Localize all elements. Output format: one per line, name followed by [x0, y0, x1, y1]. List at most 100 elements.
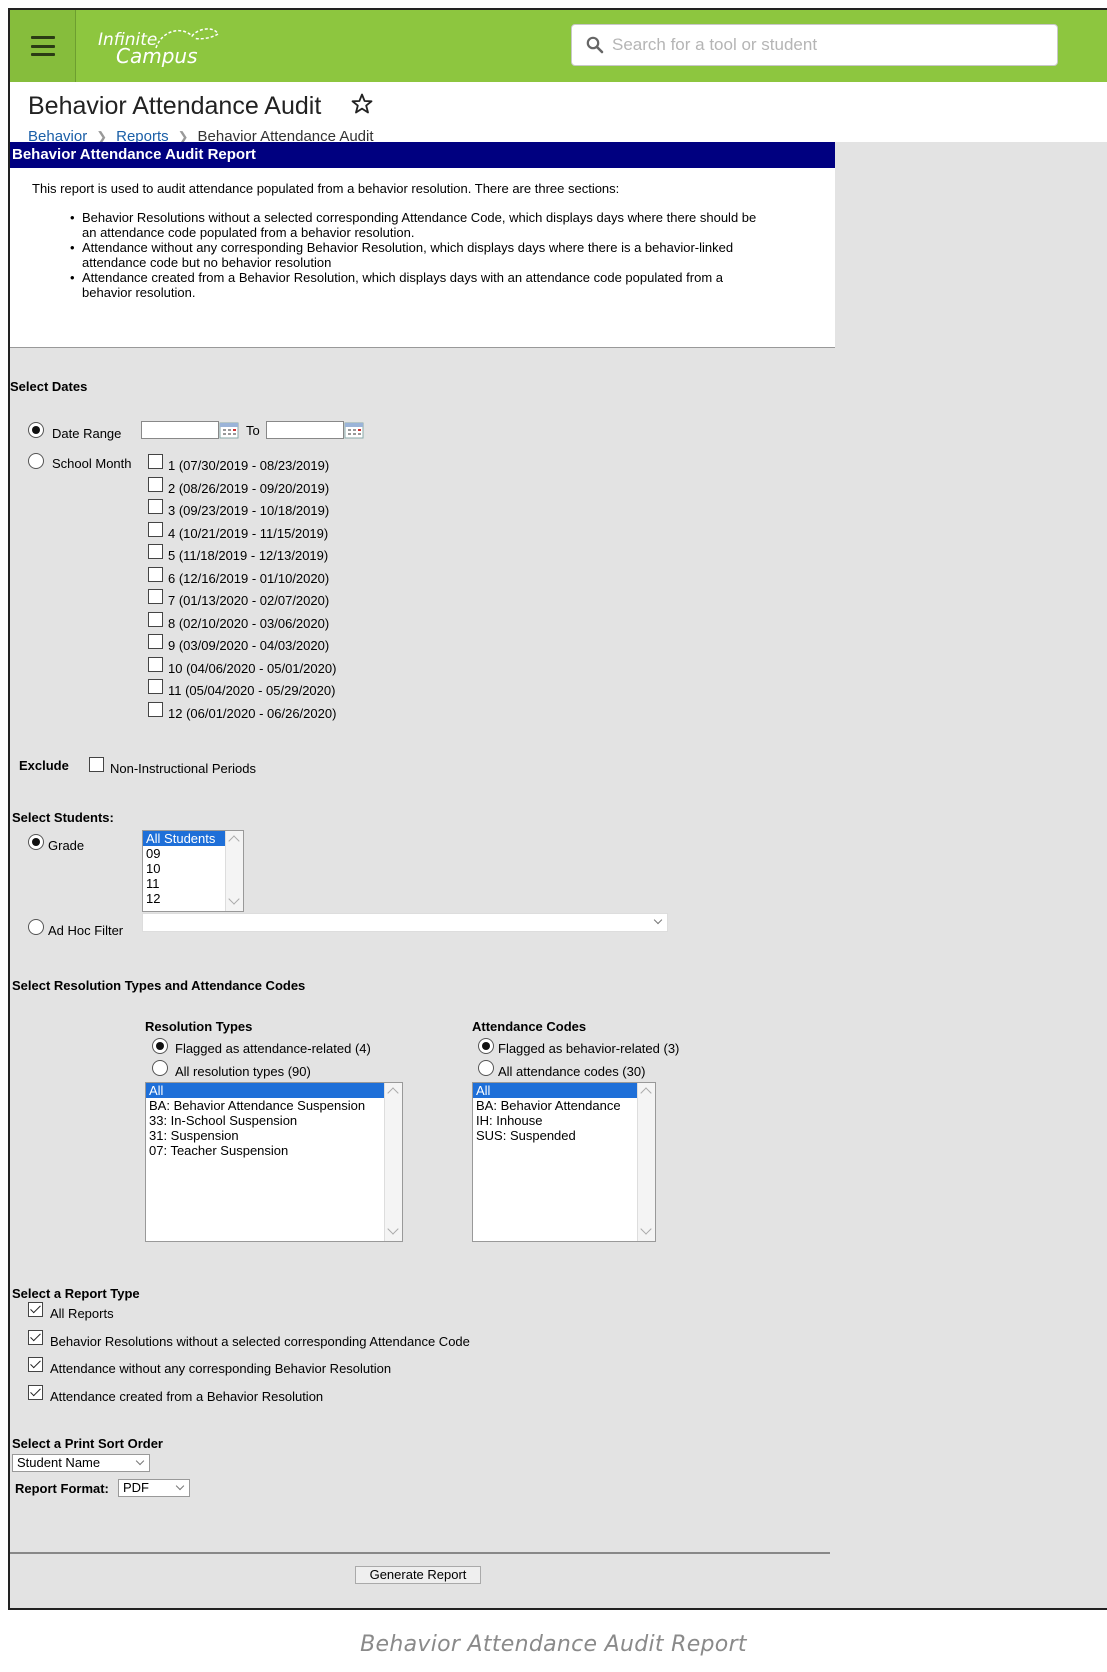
divider [10, 1552, 830, 1554]
school-month-checkbox[interactable] [148, 499, 163, 514]
list-option[interactable]: BA: Behavior Attendance Suspension [146, 1098, 384, 1113]
list-option[interactable]: IH: Inhouse [473, 1113, 637, 1128]
list-option[interactable]: 07: Teacher Suspension [146, 1143, 384, 1158]
school-month-radio[interactable] [28, 453, 44, 469]
all-resolution-types-radio[interactable] [152, 1060, 168, 1076]
start-date-input[interactable] [141, 421, 219, 439]
infinite-campus-logo: Infinite Campus [98, 24, 228, 68]
school-month-label: 9 (03/09/2020 - 04/03/2020) [168, 638, 330, 653]
list-option[interactable]: 09 [143, 846, 225, 861]
date-range-radio[interactable] [28, 422, 44, 438]
list-option[interactable]: All [146, 1083, 384, 1098]
star-icon[interactable] [350, 92, 374, 116]
report-type-label: All Reports [50, 1306, 114, 1321]
school-month-checkbox[interactable] [148, 476, 163, 492]
school-month-checkbox[interactable] [148, 656, 163, 672]
generate-report-button[interactable]: Generate Report [355, 1566, 481, 1584]
report-format-select[interactable]: PDF [118, 1479, 190, 1497]
school-month-checkbox[interactable] [148, 701, 163, 717]
report-type-heading: Select a Report Type [12, 1286, 140, 1301]
flagged-behavior-related-radio[interactable] [478, 1038, 494, 1054]
flagged-behavior-related-label: Flagged as behavior-related (3) [498, 1041, 680, 1056]
school-month-label: 6 (12/16/2019 - 01/10/2020) [168, 570, 330, 586]
section-list: Behavior Resolutions without a selected … [70, 210, 802, 300]
school-month-label: 3 (09/23/2019 - 10/18/2019) [168, 503, 330, 518]
list-option[interactable]: BA: Behavior Attendance [473, 1098, 637, 1113]
date-range-label: Date Range [52, 426, 122, 441]
chevron-down-icon [175, 1481, 185, 1491]
listbox-scrollbar[interactable] [225, 831, 243, 911]
list-option[interactable]: All Students [143, 831, 225, 846]
report-panel: Behavior Attendance Audit Report This re… [10, 142, 835, 1588]
school-month-checkbox[interactable] [148, 566, 163, 582]
page-title: Behavior Attendance Audit [28, 92, 322, 120]
resolution-types-listbox[interactable]: All BA: Behavior Attendance Suspension 33:… [145, 1082, 403, 1242]
school-month-label: 5 (11/18/2019 - 12/13/2019) [168, 548, 329, 563]
calendar-icon[interactable] [219, 421, 239, 439]
end-date-input[interactable] [266, 421, 344, 439]
list-item: Attendance created from a Behavior Resol… [70, 270, 802, 300]
listbox-scrollbar[interactable] [384, 1083, 402, 1241]
search-box[interactable] [571, 24, 1058, 66]
list-option[interactable]: 31: Suspension [146, 1128, 384, 1143]
report-format-label: Report Format: [15, 1481, 109, 1496]
attendance-codes-listbox[interactable]: All BA: Behavior Attendance IH: Inhouse SUS… [472, 1082, 656, 1242]
list-option[interactable]: 33: In-School Suspension [146, 1113, 384, 1128]
sort-order-select[interactable]: Student Name [12, 1454, 150, 1472]
ad-hoc-filter-select[interactable] [142, 913, 668, 932]
school-month-label: 2 (08/26/2019 - 09/20/2019) [168, 480, 330, 496]
page-header: Behavior Attendance Audit Behavior ❯ Rep… [10, 82, 1107, 145]
attendance-code-options: All BA: Behavior Attendance IH: Inhouse SUS… [473, 1083, 655, 1143]
non-instructional-periods-checkbox[interactable] [89, 757, 104, 772]
top-bar: Infinite Campus [10, 10, 1107, 82]
search-icon [586, 36, 604, 54]
exclude-label: Exclude [19, 758, 69, 773]
report-type-checkbox[interactable] [28, 1357, 43, 1372]
print-sort-order-heading: Select a Print Sort Order [12, 1436, 163, 1451]
school-month-checkbox[interactable] [148, 611, 163, 627]
select-students-heading: Select Students: [12, 810, 114, 825]
school-month-label: School Month [52, 456, 132, 471]
calendar-icon[interactable] [344, 421, 364, 439]
chevron-down-icon [387, 1223, 399, 1235]
search-input[interactable] [612, 33, 1042, 57]
list-option[interactable]: 11 [143, 876, 225, 891]
resolution-types-heading: Resolution Types [145, 1019, 253, 1034]
all-resolution-types-label: All resolution types (90) [175, 1064, 311, 1079]
grade-label: Grade [48, 838, 85, 853]
school-month-checkbox[interactable] [148, 454, 163, 469]
menu-button[interactable] [10, 10, 76, 82]
intro-text: This report is used to audit attendance … [32, 181, 620, 196]
list-option[interactable]: SUS: Suspended [473, 1128, 637, 1143]
school-month-label: 1 (07/30/2019 - 08/23/2019) [168, 458, 330, 473]
school-month-checkbox[interactable] [148, 679, 163, 694]
ad-hoc-filter-radio[interactable] [28, 919, 44, 935]
grade-radio[interactable] [28, 834, 44, 850]
logo-text-campus: Campus [116, 44, 198, 68]
school-month-checkbox[interactable] [148, 544, 163, 559]
listbox-scrollbar[interactable] [637, 1083, 655, 1241]
school-month-label: 7 (01/13/2020 - 02/07/2020) [168, 593, 330, 608]
non-instructional-periods-label: Non-Instructional Periods [110, 761, 256, 776]
to-label: To [246, 423, 260, 438]
school-month-checkbox[interactable] [148, 521, 163, 537]
report-type-label: Attendance created from a Behavior Resol… [50, 1388, 324, 1404]
report-type-checkbox[interactable] [28, 1302, 43, 1317]
all-attendance-codes-radio[interactable] [478, 1060, 494, 1076]
chevron-down-icon [640, 1223, 652, 1235]
list-item: Behavior Resolutions without a selected … [70, 210, 802, 240]
flagged-attendance-related-radio[interactable] [152, 1038, 168, 1054]
chevron-up-icon [640, 1087, 652, 1099]
report-type-checkbox[interactable] [28, 1329, 43, 1345]
figure-caption: Behavior Attendance Audit Report [360, 1632, 747, 1657]
school-month-label: 11 (05/04/2020 - 05/29/2020) [168, 683, 336, 698]
report-type-checkbox[interactable] [28, 1384, 43, 1400]
list-option[interactable]: All [473, 1083, 637, 1098]
school-month-label: 4 (10/21/2019 - 11/15/2019) [168, 525, 329, 541]
grade-listbox[interactable]: All Students 09 10 11 12 [142, 830, 244, 912]
list-option[interactable]: 12 [143, 891, 225, 906]
school-month-checkbox[interactable] [148, 589, 163, 604]
school-month-checkbox[interactable] [148, 634, 163, 649]
chevron-up-icon [387, 1087, 399, 1099]
list-option[interactable]: 10 [143, 861, 225, 876]
